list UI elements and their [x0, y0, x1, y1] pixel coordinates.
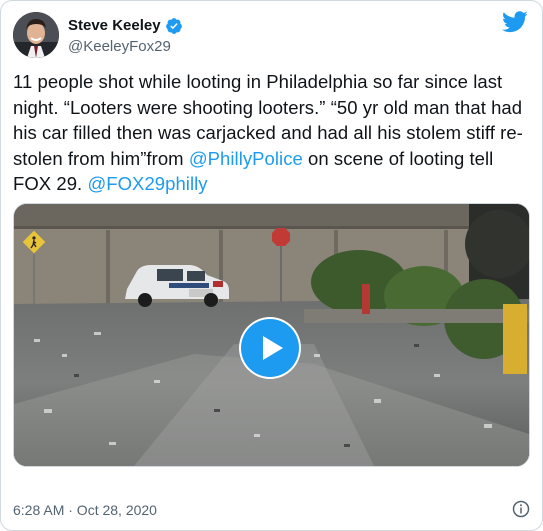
mention-fox29philly[interactable]: @FOX29philly [87, 173, 207, 194]
play-button[interactable] [239, 317, 301, 379]
author-names: Steve Keeley @KeeleyFox29 [68, 16, 183, 55]
tweet-card: Steve Keeley @KeeleyFox29 11 people shot… [0, 0, 543, 531]
info-icon[interactable] [512, 500, 530, 523]
verified-badge-icon [165, 17, 183, 35]
twitter-bird-icon[interactable] [501, 11, 528, 38]
tweet-timestamp[interactable]: 6:28 AM · Oct 28, 2020 [13, 502, 157, 518]
mention-philly-police[interactable]: @PhillyPolice [189, 148, 303, 169]
name-row: Steve Keeley [68, 16, 183, 36]
display-name[interactable]: Steve Keeley [68, 17, 161, 34]
handle[interactable]: @KeeleyFox29 [68, 38, 183, 55]
play-icon [241, 319, 299, 377]
video-thumbnail[interactable] [13, 203, 530, 467]
avatar[interactable] [13, 12, 59, 58]
tweet-text: 11 people shot while looting in Philadel… [13, 69, 528, 197]
tweet-header: Steve Keeley @KeeleyFox29 [13, 11, 183, 59]
